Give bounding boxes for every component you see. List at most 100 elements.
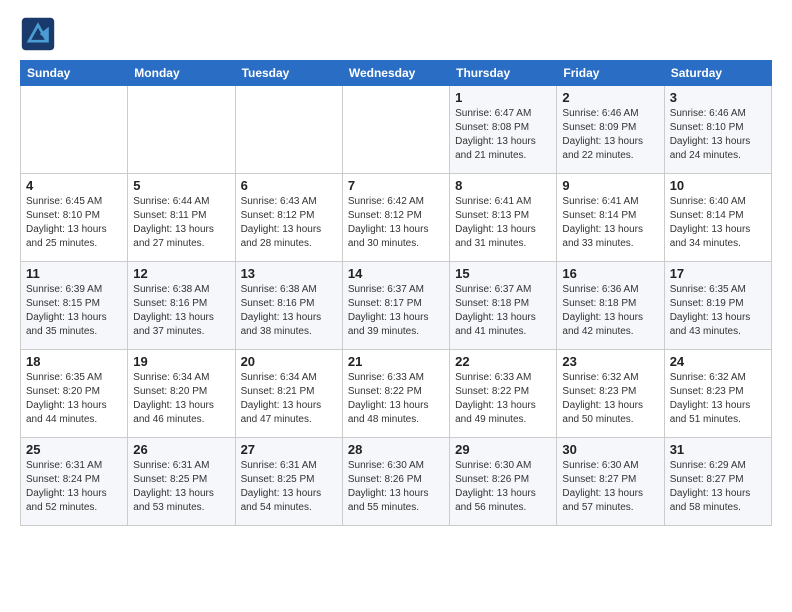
day-info: Sunrise: 6:36 AM Sunset: 8:18 PM Dayligh… <box>562 283 658 339</box>
calendar-cell: 12 Sunrise: 6:38 AM Sunset: 8:16 PM Dayli… <box>128 262 235 350</box>
weekday-header-sunday: Sunday <box>21 61 128 86</box>
weekday-header-tuesday: Tuesday <box>235 61 342 86</box>
day-number: 1 <box>455 90 551 105</box>
calendar-cell: 1 Sunrise: 6:47 AM Sunset: 8:08 PM Daylig… <box>450 86 557 174</box>
calendar-cell: 24Sunrise: 6:32 AM Sunset: 8:23 PM Dayli… <box>664 350 771 438</box>
day-number: 24 <box>670 354 766 369</box>
day-info: Sunrise: 6:40 AM Sunset: 8:14 PM Dayligh… <box>670 195 766 251</box>
day-number: 14 <box>348 266 444 281</box>
day-info: Sunrise: 6:30 AM Sunset: 8:26 PM Dayligh… <box>455 459 551 515</box>
day-info: Sunrise: 6:30 AM Sunset: 8:26 PM Dayligh… <box>348 459 444 515</box>
calendar-table: SundayMondayTuesdayWednesdayThursdayFrid… <box>20 60 772 526</box>
day-number: 31 <box>670 442 766 457</box>
calendar-cell: 14 Sunrise: 6:37 AM Sunset: 8:17 PM Dayli… <box>342 262 449 350</box>
calendar-cell <box>235 86 342 174</box>
calendar-cell: 23 Sunrise: 6:32 AM Sunset: 8:23 PM Dayli… <box>557 350 664 438</box>
calendar-cell: 30Sunrise: 6:30 AM Sunset: 8:27 PM Dayli… <box>557 438 664 526</box>
day-info: Sunrise: 6:34 AM Sunset: 8:21 PM Dayligh… <box>241 371 337 427</box>
calendar-cell: 17 Sunrise: 6:35 AM Sunset: 8:19 PM Dayli… <box>664 262 771 350</box>
calendar-cell: 18Sunrise: 6:35 AM Sunset: 8:20 PM Dayli… <box>21 350 128 438</box>
calendar-week-1: 1 Sunrise: 6:47 AM Sunset: 8:08 PM Daylig… <box>21 86 772 174</box>
day-info: Sunrise: 6:38 AM Sunset: 8:16 PM Dayligh… <box>241 283 337 339</box>
day-info: Sunrise: 6:46 AM Sunset: 8:09 PM Dayligh… <box>562 107 658 163</box>
day-info: Sunrise: 6:34 AM Sunset: 8:20 PM Dayligh… <box>133 371 229 427</box>
day-info: Sunrise: 6:43 AM Sunset: 8:12 PM Dayligh… <box>241 195 337 251</box>
day-info: Sunrise: 6:37 AM Sunset: 8:18 PM Dayligh… <box>455 283 551 339</box>
day-info: Sunrise: 6:35 AM Sunset: 8:19 PM Dayligh… <box>670 283 766 339</box>
logo-icon <box>20 16 56 52</box>
calendar-body: 1 Sunrise: 6:47 AM Sunset: 8:08 PM Daylig… <box>21 86 772 526</box>
day-info: Sunrise: 6:37 AM Sunset: 8:17 PM Dayligh… <box>348 283 444 339</box>
day-info: Sunrise: 6:39 AM Sunset: 8:15 PM Dayligh… <box>26 283 122 339</box>
day-number: 6 <box>241 178 337 193</box>
calendar-cell: 29 Sunrise: 6:30 AM Sunset: 8:26 PM Dayli… <box>450 438 557 526</box>
calendar-cell: 3Sunrise: 6:46 AM Sunset: 8:10 PM Daylig… <box>664 86 771 174</box>
day-info: Sunrise: 6:45 AM Sunset: 8:10 PM Dayligh… <box>26 195 122 251</box>
day-number: 27 <box>241 442 337 457</box>
weekday-header-friday: Friday <box>557 61 664 86</box>
calendar-week-4: 18Sunrise: 6:35 AM Sunset: 8:20 PM Dayli… <box>21 350 772 438</box>
day-number: 17 <box>670 266 766 281</box>
calendar-cell: 2Sunrise: 6:46 AM Sunset: 8:09 PM Daylig… <box>557 86 664 174</box>
day-info: Sunrise: 6:31 AM Sunset: 8:24 PM Dayligh… <box>26 459 122 515</box>
weekday-header-wednesday: Wednesday <box>342 61 449 86</box>
calendar-cell <box>21 86 128 174</box>
day-number: 23 <box>562 354 658 369</box>
calendar-cell: 25Sunrise: 6:31 AM Sunset: 8:24 PM Dayli… <box>21 438 128 526</box>
day-number: 8 <box>455 178 551 193</box>
day-info: Sunrise: 6:31 AM Sunset: 8:25 PM Dayligh… <box>133 459 229 515</box>
calendar-cell: 26 Sunrise: 6:31 AM Sunset: 8:25 PM Dayli… <box>128 438 235 526</box>
day-number: 29 <box>455 442 551 457</box>
day-info: Sunrise: 6:42 AM Sunset: 8:12 PM Dayligh… <box>348 195 444 251</box>
day-number: 12 <box>133 266 229 281</box>
calendar-cell: 4 Sunrise: 6:45 AM Sunset: 8:10 PM Daylig… <box>21 174 128 262</box>
day-number: 7 <box>348 178 444 193</box>
day-number: 9 <box>562 178 658 193</box>
calendar-cell: 19 Sunrise: 6:34 AM Sunset: 8:20 PM Dayli… <box>128 350 235 438</box>
day-info: Sunrise: 6:38 AM Sunset: 8:16 PM Dayligh… <box>133 283 229 339</box>
calendar-week-2: 4 Sunrise: 6:45 AM Sunset: 8:10 PM Daylig… <box>21 174 772 262</box>
day-info: Sunrise: 6:46 AM Sunset: 8:10 PM Dayligh… <box>670 107 766 163</box>
calendar-cell <box>342 86 449 174</box>
logo <box>20 16 60 52</box>
calendar-cell: 20 Sunrise: 6:34 AM Sunset: 8:21 PM Dayli… <box>235 350 342 438</box>
calendar-header: SundayMondayTuesdayWednesdayThursdayFrid… <box>21 61 772 86</box>
day-info: Sunrise: 6:41 AM Sunset: 8:14 PM Dayligh… <box>562 195 658 251</box>
calendar-cell: 8 Sunrise: 6:41 AM Sunset: 8:13 PM Daylig… <box>450 174 557 262</box>
calendar-week-5: 25Sunrise: 6:31 AM Sunset: 8:24 PM Dayli… <box>21 438 772 526</box>
calendar-cell: 13 Sunrise: 6:38 AM Sunset: 8:16 PM Dayli… <box>235 262 342 350</box>
weekday-header-monday: Monday <box>128 61 235 86</box>
day-info: Sunrise: 6:35 AM Sunset: 8:20 PM Dayligh… <box>26 371 122 427</box>
day-info: Sunrise: 6:33 AM Sunset: 8:22 PM Dayligh… <box>455 371 551 427</box>
day-info: Sunrise: 6:33 AM Sunset: 8:22 PM Dayligh… <box>348 371 444 427</box>
calendar-cell: 5 Sunrise: 6:44 AM Sunset: 8:11 PM Daylig… <box>128 174 235 262</box>
page-header <box>20 16 772 52</box>
weekday-header-saturday: Saturday <box>664 61 771 86</box>
weekday-header-thursday: Thursday <box>450 61 557 86</box>
calendar-cell: 15 Sunrise: 6:37 AM Sunset: 8:18 PM Dayli… <box>450 262 557 350</box>
day-info: Sunrise: 6:41 AM Sunset: 8:13 PM Dayligh… <box>455 195 551 251</box>
day-number: 22 <box>455 354 551 369</box>
day-number: 11 <box>26 266 122 281</box>
day-number: 16 <box>562 266 658 281</box>
day-number: 20 <box>241 354 337 369</box>
day-info: Sunrise: 6:44 AM Sunset: 8:11 PM Dayligh… <box>133 195 229 251</box>
day-info: Sunrise: 6:47 AM Sunset: 8:08 PM Dayligh… <box>455 107 551 163</box>
day-info: Sunrise: 6:32 AM Sunset: 8:23 PM Dayligh… <box>562 371 658 427</box>
day-number: 4 <box>26 178 122 193</box>
day-number: 15 <box>455 266 551 281</box>
day-number: 26 <box>133 442 229 457</box>
day-info: Sunrise: 6:31 AM Sunset: 8:25 PM Dayligh… <box>241 459 337 515</box>
day-info: Sunrise: 6:29 AM Sunset: 8:27 PM Dayligh… <box>670 459 766 515</box>
calendar-cell: 31 Sunrise: 6:29 AM Sunset: 8:27 PM Dayli… <box>664 438 771 526</box>
day-number: 30 <box>562 442 658 457</box>
calendar-cell: 9 Sunrise: 6:41 AM Sunset: 8:14 PM Daylig… <box>557 174 664 262</box>
calendar-cell <box>128 86 235 174</box>
day-number: 5 <box>133 178 229 193</box>
day-number: 19 <box>133 354 229 369</box>
calendar-cell: 22 Sunrise: 6:33 AM Sunset: 8:22 PM Dayli… <box>450 350 557 438</box>
day-number: 13 <box>241 266 337 281</box>
calendar-cell: 7 Sunrise: 6:42 AM Sunset: 8:12 PM Daylig… <box>342 174 449 262</box>
calendar-cell: 21Sunrise: 6:33 AM Sunset: 8:22 PM Dayli… <box>342 350 449 438</box>
calendar-cell: 16 Sunrise: 6:36 AM Sunset: 8:18 PM Dayli… <box>557 262 664 350</box>
